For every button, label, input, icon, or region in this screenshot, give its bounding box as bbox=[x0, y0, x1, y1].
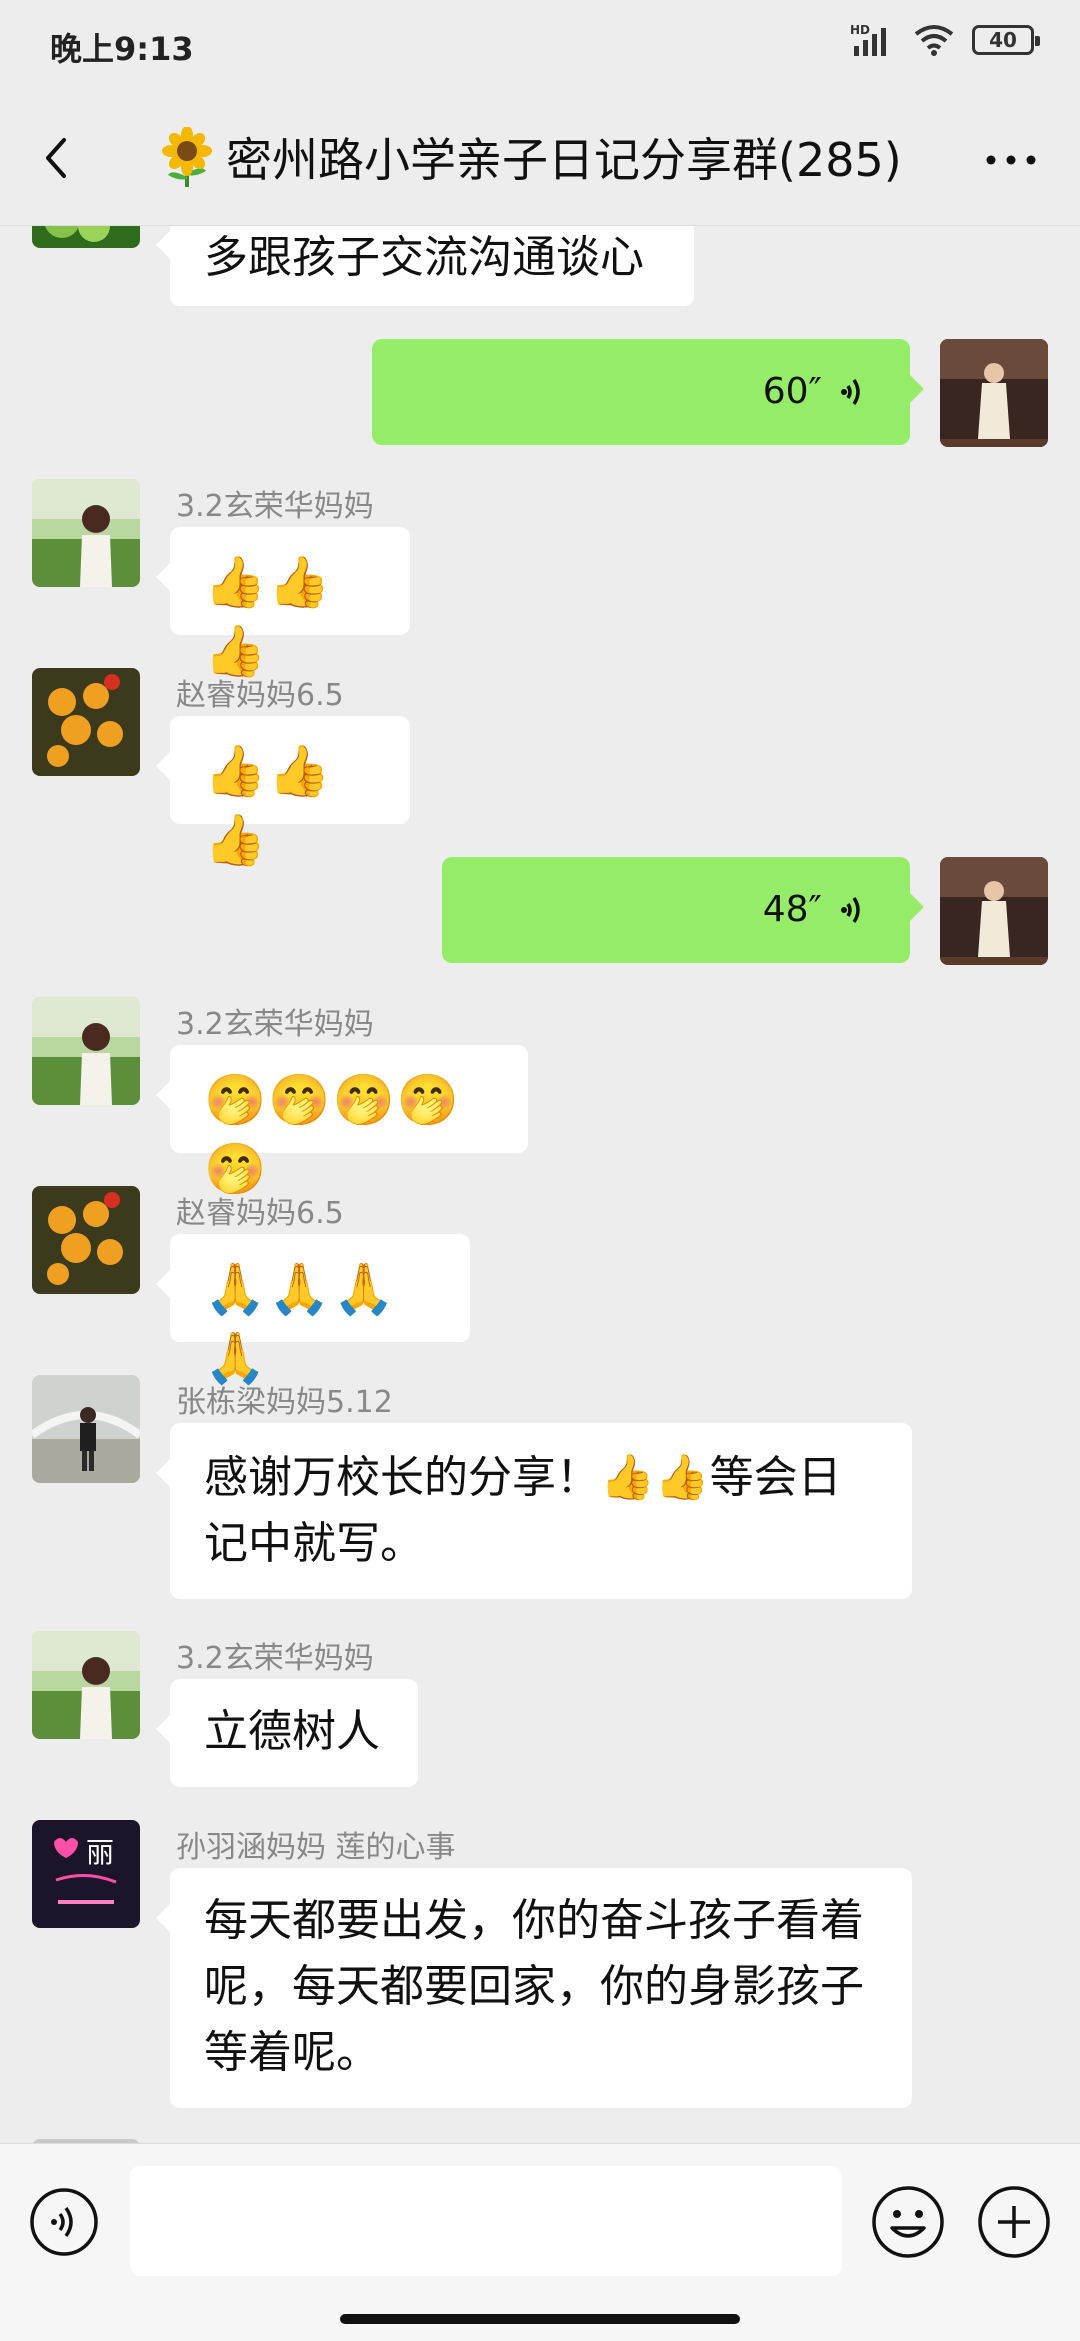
avatar-grapes[interactable] bbox=[32, 225, 140, 248]
message-text: 感谢万校长的分享！👍👍等会日记中就写。 bbox=[204, 1452, 842, 1569]
emoji-icon[interactable] bbox=[870, 2184, 946, 2260]
voice-duration: 48″ bbox=[762, 889, 822, 930]
voice-message-bubble[interactable]: 48″ bbox=[442, 857, 924, 963]
message-text: 多跟孩子交流沟通谈心 bbox=[204, 232, 644, 283]
wifi-icon bbox=[914, 25, 954, 56]
voice-wave-icon bbox=[841, 897, 860, 923]
sunflower-icon bbox=[162, 127, 212, 187]
avatar-xuan[interactable] bbox=[32, 1631, 140, 1739]
message-text: 👍👍👍 bbox=[204, 742, 333, 869]
sender-name: 3.2玄荣华妈妈 bbox=[176, 1641, 374, 1676]
my-avatar[interactable] bbox=[940, 857, 1048, 965]
sender-name: 张栋梁妈妈5.12 bbox=[176, 1385, 393, 1420]
back-arrow-icon[interactable] bbox=[28, 128, 88, 188]
sender-name: 孙羽涵妈妈 莲的心事 bbox=[176, 1830, 456, 1865]
sender-name: 3.2玄荣华妈妈 bbox=[176, 489, 374, 524]
voice-wave-icon bbox=[841, 379, 860, 405]
message-text: 每天都要出发，你的奋斗孩子看着呢，每天都要回家，你的身影孩子等着呢。 bbox=[204, 1895, 864, 2078]
plus-icon[interactable] bbox=[976, 2184, 1052, 2260]
message-bubble[interactable]: 🤭🤭🤭🤭🤭 bbox=[156, 1045, 528, 1198]
message-text: 立德树人 bbox=[204, 1706, 380, 1757]
message-list[interactable]: 多跟孩子交流沟通谈心 60″ 3.2玄荣华妈妈 👍👍👍 赵睿妈妈6.5 👍👍👍 … bbox=[0, 225, 1080, 2143]
avatar-xuan[interactable] bbox=[32, 479, 140, 587]
status-bar: 晚上9:13 HD 40 bbox=[0, 0, 1080, 90]
home-indicator[interactable] bbox=[340, 2314, 740, 2324]
message-text: 🙏🙏🙏🙏 bbox=[204, 1260, 397, 1387]
message-text: 🤭🤭🤭🤭🤭 bbox=[204, 1071, 462, 1198]
message-bubble[interactable]: 立德树人 bbox=[156, 1679, 418, 1787]
avatar-zhao[interactable] bbox=[32, 1186, 140, 1294]
status-time: 晚上9:13 bbox=[50, 30, 194, 68]
battery-indicator: 40 bbox=[972, 25, 1040, 55]
voice-message-bubble[interactable]: 60″ bbox=[372, 339, 924, 445]
avatar-char: 丽 bbox=[86, 1836, 114, 1869]
group-title: 密州路小学亲子日记分享群(285) bbox=[226, 133, 902, 187]
avatar-zhang[interactable] bbox=[32, 1375, 140, 1483]
avatar-sun[interactable]: 丽 bbox=[32, 1820, 140, 1928]
avatar-zhao[interactable] bbox=[32, 668, 140, 776]
network-label: HD bbox=[850, 23, 870, 37]
input-bar bbox=[0, 2143, 1080, 2341]
message-bubble[interactable]: 感谢万校长的分享！👍👍等会日记中就写。 bbox=[156, 1423, 912, 1599]
sender-name: 赵睿妈妈6.5 bbox=[176, 1196, 344, 1231]
status-icons: HD 40 bbox=[850, 22, 1040, 58]
avatar-xuan[interactable] bbox=[32, 997, 140, 1105]
message-input[interactable] bbox=[130, 2166, 842, 2276]
voice-duration: 60″ bbox=[762, 371, 822, 412]
message-bubble[interactable]: 🙏🙏🙏🙏 bbox=[156, 1234, 470, 1387]
message-bubble[interactable]: 👍👍👍 bbox=[156, 527, 410, 680]
battery-level: 40 bbox=[989, 28, 1017, 52]
sender-name: 赵睿妈妈6.5 bbox=[176, 678, 344, 713]
sender-name: 3.2玄荣华妈妈 bbox=[176, 1007, 374, 1042]
chat-header: 密州路小学亲子日记分享群(285) bbox=[0, 100, 1080, 226]
message-bubble[interactable]: 👍👍👍 bbox=[156, 716, 410, 869]
voice-input-icon[interactable] bbox=[28, 2186, 100, 2258]
message-text: 👍👍👍 bbox=[204, 553, 333, 680]
more-options-icon[interactable] bbox=[976, 130, 1046, 190]
signal-icon: HD bbox=[850, 23, 886, 56]
chat-title: 密州路小学亲子日记分享群(285) bbox=[160, 124, 902, 190]
message-bubble[interactable]: 每天都要出发，你的奋斗孩子看着呢，每天都要回家，你的身影孩子等着呢。 bbox=[156, 1868, 912, 2108]
my-avatar[interactable] bbox=[940, 339, 1048, 447]
message-bubble[interactable]: 多跟孩子交流沟通谈心 bbox=[156, 225, 694, 306]
